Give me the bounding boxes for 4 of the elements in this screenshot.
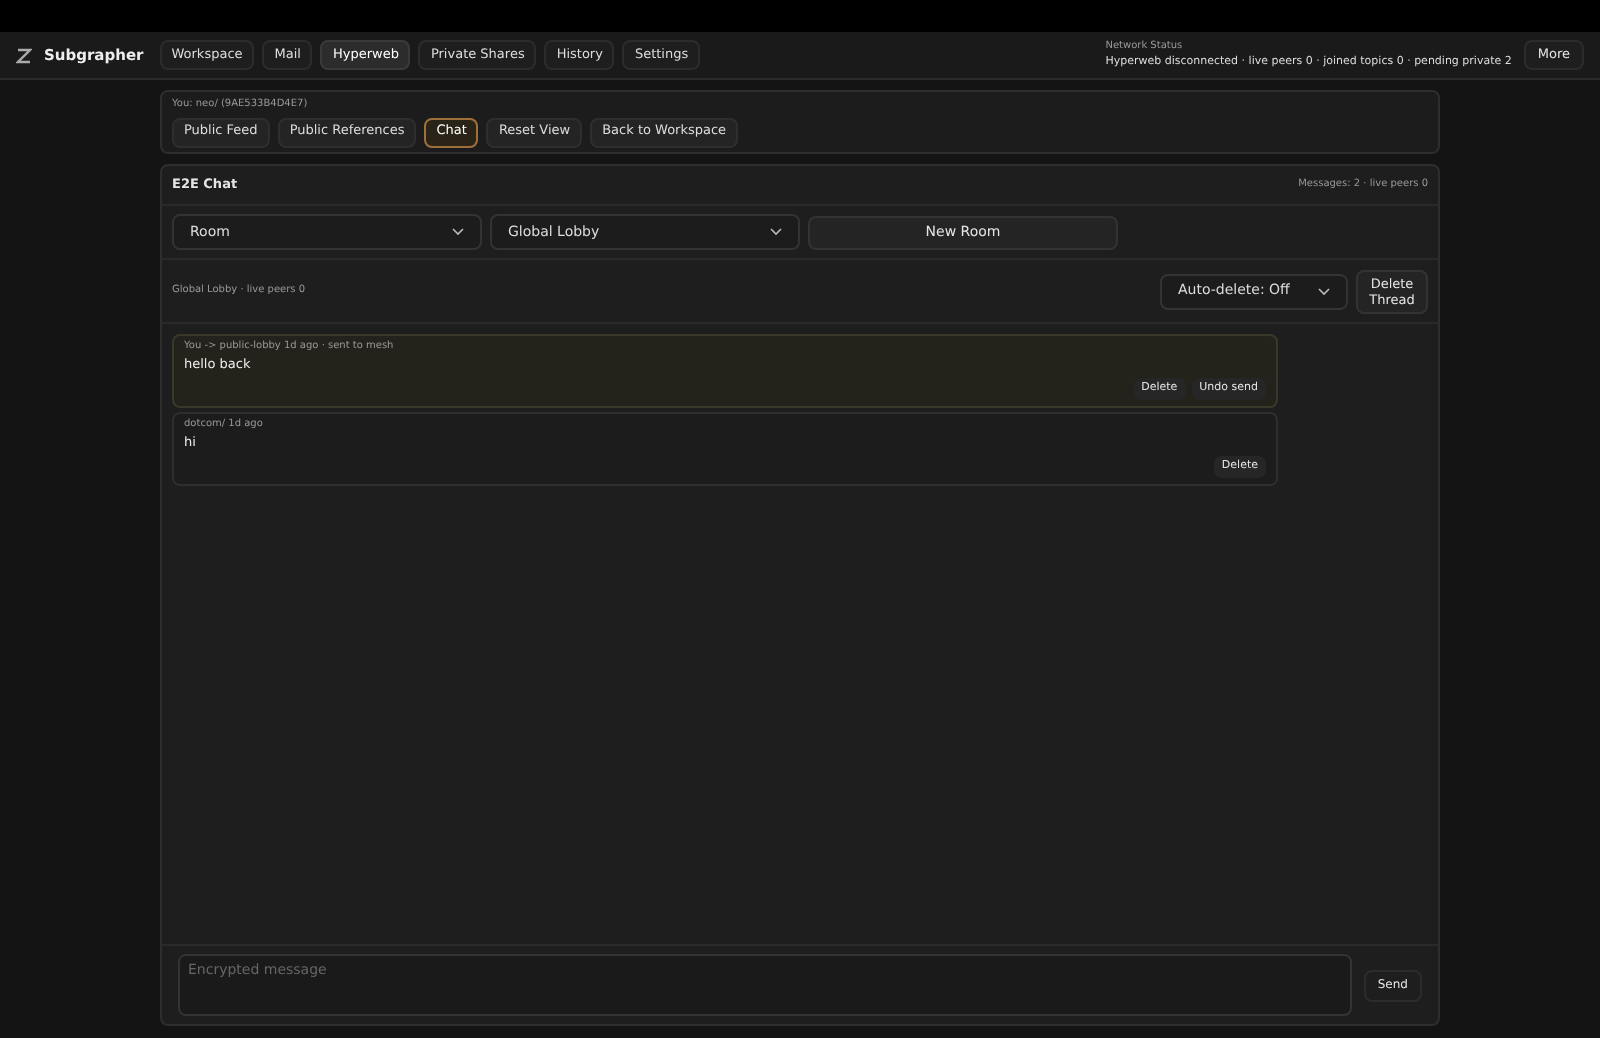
chevron-down-icon bbox=[452, 228, 464, 236]
chevron-down-icon bbox=[770, 228, 782, 236]
logo-icon bbox=[16, 47, 32, 63]
chevron-down-icon bbox=[1318, 287, 1330, 295]
